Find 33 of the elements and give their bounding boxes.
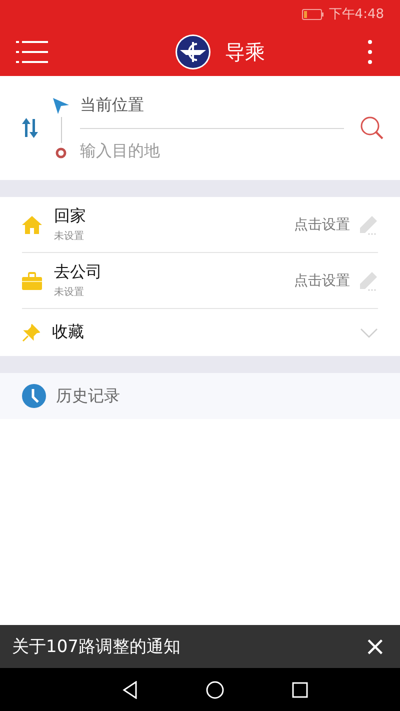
place-status: 未设置 <box>54 230 85 243</box>
notice-text[interactable]: 关于107路调整的通知 <box>12 635 180 658</box>
place-row[interactable]: 收藏 <box>22 309 378 356</box>
place-name: 去公司 <box>54 262 103 283</box>
swap-icon[interactable] <box>22 118 38 138</box>
battery-icon <box>302 8 324 20</box>
menu-icon[interactable] <box>16 40 48 64</box>
destination-dot-icon <box>55 147 67 159</box>
close-button[interactable]: × <box>360 634 390 660</box>
place-row[interactable]: 回家 未设置 点击设置 <box>22 197 378 253</box>
place-name: 回家 <box>54 206 87 227</box>
recents-icon[interactable] <box>292 682 308 698</box>
place-status: 未设置 <box>54 286 85 299</box>
place-name: 收藏 <box>52 322 85 343</box>
pin-icon <box>22 324 40 342</box>
house-icon <box>22 216 42 234</box>
history-row[interactable]: 历史记录 <box>0 373 400 419</box>
search-icon[interactable] <box>360 116 384 140</box>
destination-field[interactable]: 输入目的地 <box>80 128 344 172</box>
logo-icon <box>175 34 211 70</box>
history-label: 历史记录 <box>56 386 120 406</box>
home-icon[interactable] <box>206 680 224 698</box>
app-title: 导乘 <box>225 38 265 66</box>
place-row[interactable]: 去公司 未设置 点击设置 <box>22 253 378 309</box>
back-icon[interactable] <box>122 680 138 698</box>
set-link[interactable]: 点击设置 <box>294 216 350 234</box>
clock-icon <box>22 384 46 408</box>
origin-field[interactable]: 当前位置 <box>80 84 344 128</box>
set-link[interactable]: 点击设置 <box>294 272 350 290</box>
location-arrow-icon <box>52 97 70 115</box>
briefcase-icon <box>22 272 42 290</box>
more-icon[interactable] <box>368 40 372 64</box>
status-time: 下午4:48 <box>328 6 384 23</box>
